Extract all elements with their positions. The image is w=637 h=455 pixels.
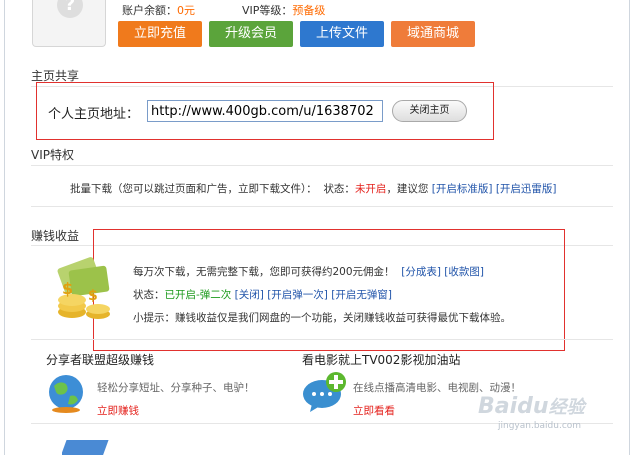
question-icon: ? (57, 0, 83, 18)
balance-row: 账户余额：0元 VIP等级：预备级 (122, 4, 326, 17)
watermark-url: jingyan.baidu.com (498, 421, 582, 431)
svg-text:$: $ (62, 279, 73, 298)
left-border (4, 0, 5, 455)
enable-thunder-link[interactable]: [开启迅雷版] (496, 183, 557, 195)
watermark-logo: Baidu经验 (478, 394, 585, 419)
payment-image-link[interactable]: [收款图] (444, 266, 484, 278)
earn-line1: 每万次下载，无需完整下载，您即可获得约200元佣金！ [分成表] [收款图] (133, 266, 484, 278)
money-icon: $ $ (57, 257, 110, 319)
promo-title-movie[interactable]: 看电影就上TV002影视加油站 (302, 351, 460, 368)
promo-desc-affiliate: 轻松分享短址、分享种子、电驴！ (97, 382, 255, 394)
chat-add-icon (303, 372, 346, 412)
earn-status-row: 状态：已开启-弹二次 [关闭] [开启弹一次] [开启无弹窗] (133, 289, 392, 301)
homepage-url-field[interactable]: http://www.400gb.com/u/1638702 (147, 100, 383, 122)
divider (31, 165, 613, 166)
upgrade-button[interactable]: 升级会员 (209, 21, 293, 47)
divider (31, 206, 613, 207)
svg-text:$: $ (88, 288, 98, 304)
popup-once-link[interactable]: [开启弹一次] (267, 289, 328, 301)
recharge-button[interactable]: 立即充值 (118, 21, 202, 47)
close-earn-link[interactable]: [关闭] (235, 289, 264, 301)
laptop-icon (62, 440, 109, 455)
promo-title-affiliate[interactable]: 分享者联盟超级赚钱 (46, 351, 154, 368)
watch-now-link[interactable]: 立即看看 (353, 403, 395, 418)
avatar[interactable]: ? (32, 0, 106, 47)
mall-button[interactable]: 域通商城 (391, 21, 475, 47)
no-popup-link[interactable]: [开启无弹窗] (331, 289, 392, 301)
share-table-link[interactable]: [分成表] (401, 266, 441, 278)
vip-row: 批量下载（您可以跳过页面和广告，立即下载文件）： 状态：未开启，建议您 [开启标… (70, 183, 557, 195)
right-border (629, 0, 630, 455)
globe-icon (49, 375, 83, 413)
earn-now-link[interactable]: 立即赚钱 (97, 403, 139, 418)
close-homepage-button[interactable]: 关闭主页 (392, 100, 467, 122)
divider (31, 339, 613, 340)
url-label: 个人主页地址： (48, 107, 140, 122)
earn-tip: 小提示：赚钱收益仅是我们网盘的一个功能，关闭赚钱收益可获得最优下载体验。 (133, 312, 511, 324)
enable-standard-link[interactable]: [开启标准版] (432, 183, 493, 195)
upload-button[interactable]: 上传文件 (300, 21, 384, 47)
vip-section-title: VIP特权 (31, 148, 74, 162)
earn-section-title: 赚钱收益 (31, 229, 80, 243)
